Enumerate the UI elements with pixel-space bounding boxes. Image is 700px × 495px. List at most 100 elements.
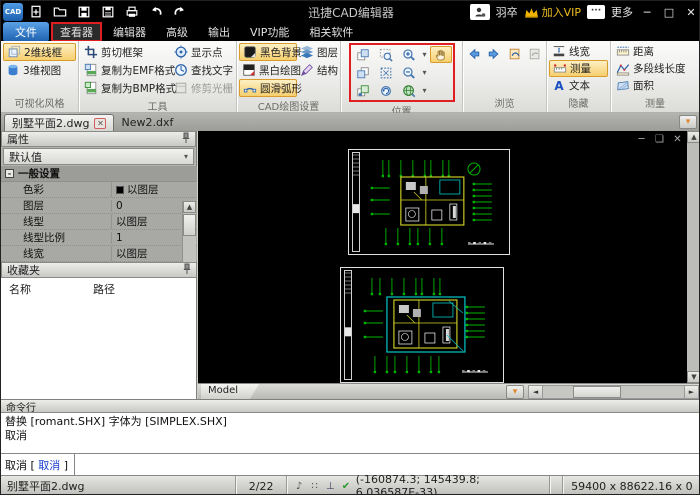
polyline-length-button[interactable]: 多段线长度 [613,60,697,77]
property-row-lineweight[interactable]: 线宽 以图层 [1,246,197,262]
previous-view-button[interactable] [465,45,483,62]
collapse-icon[interactable]: - [5,169,14,178]
maximize-button[interactable]: □ [661,6,677,19]
mdi-restore-button[interactable]: ❏ [654,134,665,145]
left-dock: 属性 默认值 ▾ - 一般设置 色彩 以图层 图层 0 线型 以图层 线型比例 … [1,131,197,399]
floorplan-sheet-2[interactable] [340,267,504,383]
zoom-global-dropdown[interactable]: ▾ [421,86,429,95]
zoom-previous-button[interactable] [375,82,397,99]
show-points-button[interactable]: 显示点 [171,43,235,61]
scroll-left-icon[interactable]: ◄ [529,386,543,398]
zoom-in-button[interactable] [398,46,420,63]
mdi-minimize-button[interactable]: ─ [636,134,647,145]
line-width-button[interactable]: 线宽 [549,43,608,60]
smooth-arc-button[interactable]: 圆滑弧形 [239,79,302,97]
edit-check-icon[interactable]: ✔ [340,481,352,492]
property-row-layer[interactable]: 图层 0 [1,198,197,214]
measure-toggle-button[interactable]: 测量 [549,59,608,78]
zoom-window-icon [379,48,393,62]
tab-viewer[interactable]: 查看器 [51,22,102,42]
undo-button[interactable] [145,3,167,21]
text-toggle-button[interactable]: A 文本 [549,77,608,94]
note-icon[interactable]: ♪ [293,481,305,492]
more-menu-button[interactable]: 更多 [611,4,633,20]
favorites-title: 收藏夹 [7,264,40,277]
distance-button[interactable]: 距离 [613,43,697,60]
scroll-thumb[interactable] [183,214,196,236]
canvas-vertical-scrollbar[interactable]: ▲ ▼ [687,131,699,383]
scroll-right-icon[interactable]: ► [684,386,698,398]
clip-frame-button[interactable]: 剪切框架 [81,43,171,61]
property-row-linetype-scale[interactable]: 线型比例 1 [1,230,197,246]
tab-editor[interactable]: 编辑器 [104,23,155,41]
page-forward-button[interactable] [527,45,545,62]
snap-grid-icon[interactable]: ∷ [309,481,321,492]
trim-raster-button[interactable]: 修剪光栅 [171,79,235,97]
zoom-in-dropdown[interactable]: ▾ [421,50,429,59]
view-3d-button[interactable]: 3维视图 [3,61,76,79]
save-as-button[interactable] [97,3,119,21]
doctab-new2[interactable]: New2.dxf [114,114,180,131]
close-button[interactable]: ✕ [683,6,699,19]
join-vip-button[interactable]: 加入VIP [524,4,581,20]
copy-emf-button[interactable]: 复制为EMF格式 [81,61,175,79]
zoom-global-button[interactable] [398,82,420,99]
property-group-row[interactable]: - 一般设置 [1,166,197,182]
doctab-list-dropdown[interactable]: ▾ [679,115,697,129]
scroll-up-icon[interactable]: ▲ [183,201,196,213]
area-button[interactable]: 面积 [613,77,697,94]
mdi-close-button[interactable]: ✕ [672,134,683,145]
bw-drawing-button[interactable]: 黑白绘图 [239,61,301,79]
wireframe-2d-button[interactable]: 2维线框 [3,43,76,61]
tab-advanced[interactable]: 高级 [157,23,197,41]
command-option[interactable]: 取消 [38,459,60,472]
model-space-view[interactable]: ─ ❏ ✕ [198,131,687,383]
favorites-list[interactable]: 名称 路径 [1,278,196,399]
zoom-window-button[interactable] [375,46,397,63]
structure-button[interactable]: 结构 [297,61,338,79]
pin-icon[interactable] [182,132,190,147]
tab-vip-features[interactable]: VIP功能 [241,23,298,41]
user-account-icon[interactable] [469,4,490,20]
copy-bmp-button[interactable]: 复制为BMP格式 [81,79,176,97]
tab-related-software[interactable]: 相关软件 [300,23,362,41]
minimize-button[interactable]: ─ [639,6,655,19]
pin-icon[interactable] [183,263,191,278]
command-input-field[interactable] [75,454,699,475]
open-file-button[interactable] [49,3,71,21]
print-button[interactable] [121,3,143,21]
next-view-button[interactable] [486,45,504,62]
layout-list-dropdown[interactable]: ▾ [506,385,524,399]
page-back-button[interactable] [506,45,524,62]
preset-dropdown[interactable]: 默认值 ▾ [3,148,194,165]
bring-forward-button[interactable] [352,46,374,63]
redo-button[interactable] [169,3,191,21]
ortho-icon[interactable]: ⊥ [325,481,337,492]
layers-button[interactable]: 图层 [297,43,338,61]
username-label[interactable]: 羽卒 [496,4,518,20]
tab-file[interactable]: 文件 [3,22,49,42]
page-position-button[interactable] [352,82,374,99]
doctab-active[interactable]: 别墅平面2.dwg ✕ [4,114,115,131]
find-text-button[interactable]: 查找文字 [171,61,235,79]
pan-button[interactable] [429,46,452,63]
zoom-out-button[interactable] [398,64,420,81]
scroll-down-icon[interactable]: ▼ [687,371,699,383]
floorplan-sheet-1[interactable] [348,149,510,255]
tab-output[interactable]: 输出 [199,23,239,41]
black-background-button[interactable]: 黑色背景 [239,43,302,61]
zoom-out-dropdown[interactable]: ▾ [421,68,429,77]
mini-toolbar-icon[interactable]: ··· [587,5,605,19]
save-button[interactable] [73,3,95,21]
group-hide: 线宽 测量 A 文本 隐藏 [547,41,611,112]
property-row-color[interactable]: 色彩 以图层 [1,182,197,198]
doctab-close-icon[interactable]: ✕ [94,117,107,129]
property-row-linetype[interactable]: 线型 以图层 [1,214,197,230]
scroll-up-icon[interactable]: ▲ [687,131,699,143]
zoom-extents-button[interactable] [375,64,397,81]
send-backward-button[interactable] [352,64,374,81]
scroll-thumb[interactable] [573,386,621,398]
model-tab[interactable]: Model [201,384,259,399]
canvas-horizontal-scrollbar[interactable]: ◄ ► [528,385,699,399]
new-file-button[interactable] [25,3,47,21]
